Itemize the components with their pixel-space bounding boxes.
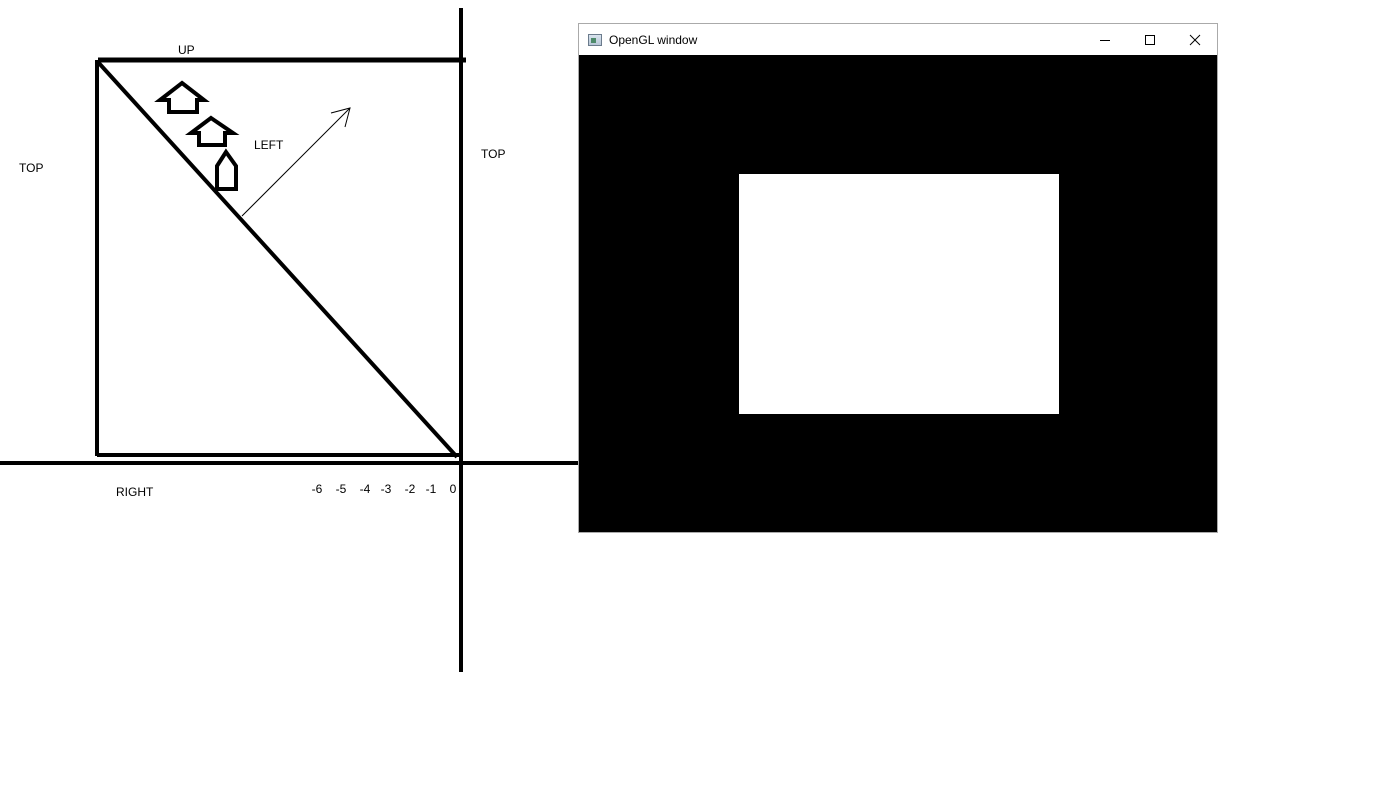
- tick-label: -4: [360, 482, 371, 496]
- label-right: RIGHT: [116, 485, 154, 499]
- minimize-button[interactable]: [1082, 24, 1127, 55]
- opengl-window[interactable]: OpenGL window: [578, 23, 1218, 533]
- tick-labels: -6 -5 -4 -3 -2 -1 0: [312, 482, 457, 496]
- window-title: OpenGL window: [609, 32, 698, 47]
- opengl-app-icon[interactable]: [588, 33, 602, 46]
- maximize-icon: [1144, 34, 1155, 45]
- close-icon: [1189, 34, 1200, 45]
- label-left: LEFT: [254, 138, 284, 152]
- diagonal-edge: [95, 59, 459, 459]
- tick-label: 0: [450, 482, 457, 496]
- tick-label: -1: [426, 482, 437, 496]
- tick-label: -3: [381, 482, 392, 496]
- up-arrow-icon: [215, 148, 238, 191]
- tick-label: -6: [312, 482, 323, 496]
- window-controls: [1082, 24, 1217, 55]
- label-up: UP: [178, 43, 195, 57]
- window-titlebar[interactable]: OpenGL window: [579, 24, 1217, 55]
- opengl-canvas[interactable]: [579, 55, 1217, 532]
- minimize-icon: [1099, 39, 1110, 41]
- rendered-white-quad: [739, 174, 1059, 414]
- up-arrow-icon: [154, 80, 210, 114]
- label-top-right: TOP: [481, 147, 505, 161]
- label-top-left: TOP: [19, 161, 43, 175]
- up-arrow-icon: [185, 115, 240, 147]
- normal-arrow: [241, 107, 351, 217]
- tick-label: -2: [405, 482, 416, 496]
- maximize-button[interactable]: [1127, 24, 1172, 55]
- tick-label: -5: [336, 482, 347, 496]
- close-button[interactable]: [1172, 24, 1217, 55]
